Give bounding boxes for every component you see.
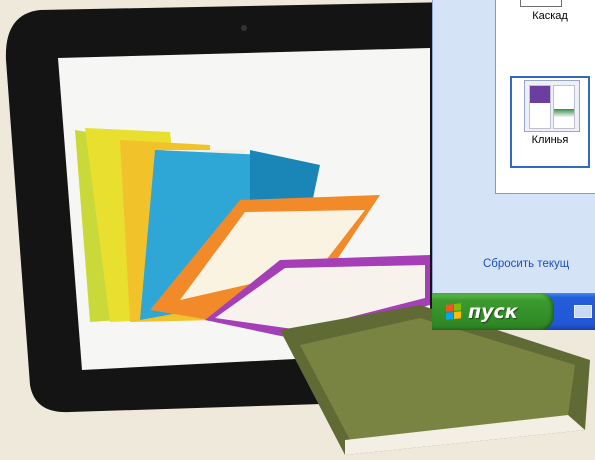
taskbar: пуск [432, 293, 595, 330]
start-button[interactable]: пуск [432, 293, 554, 330]
start-button-label: пуск [468, 300, 518, 323]
layout-cascade-thumbnail-icon [520, 0, 562, 7]
scene: Каскад Клинья Сбросить текущ пуск [0, 0, 595, 460]
layout-item-label: Каскад [532, 10, 568, 22]
show-desktop-icon[interactable] [574, 305, 592, 318]
layout-item-wedges[interactable]: Клинья [510, 76, 590, 168]
layout-selector-window: Каскад Клинья Сбросить текущ [432, 0, 595, 293]
layout-item-cascade[interactable]: Каскад [510, 0, 590, 34]
layout-wedges-thumbnail-icon [524, 80, 580, 132]
reset-current-link[interactable]: Сбросить текущ [483, 258, 569, 270]
layout-item-label: Клинья [531, 134, 569, 146]
layout-list: Каскад Клинья [495, 0, 595, 194]
windows-flag-icon [446, 302, 462, 321]
